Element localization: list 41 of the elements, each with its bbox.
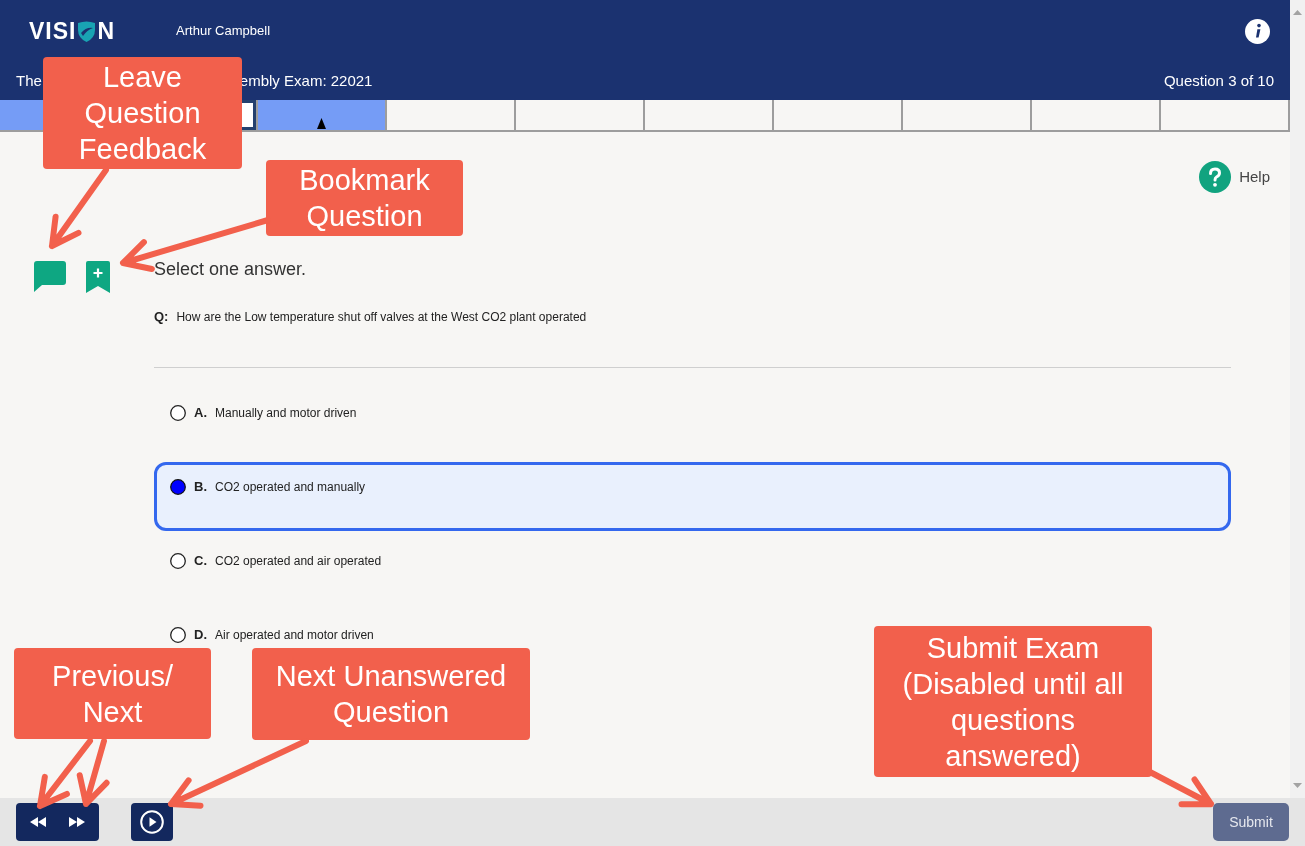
question-prefix: Q:: [154, 309, 169, 325]
answer-option[interactable]: B. CO2 operated and manually: [154, 462, 1231, 531]
option-letter: B.: [194, 479, 207, 495]
info-icon[interactable]: [1245, 18, 1270, 44]
comment-icon[interactable]: [34, 261, 66, 292]
radio-button-icon[interactable]: [170, 553, 186, 569]
annotation-tooltip: Previous/ Next: [14, 648, 211, 739]
bookmark-icon[interactable]: [86, 261, 110, 293]
scroll-down-arrow-icon[interactable]: [1293, 783, 1302, 788]
option-text: CO2 operated and air operated: [215, 553, 382, 569]
exam-title: The: [16, 70, 42, 91]
user-name: Arthur Campbell: [176, 22, 271, 41]
annotation-tooltip: Bookmark Question: [266, 160, 463, 236]
help-button[interactable]: Help: [1199, 161, 1270, 193]
option-text: Manually and motor driven: [215, 405, 357, 421]
next-unanswered-button[interactable]: [131, 803, 173, 841]
rewind-icon: [30, 817, 48, 827]
scroll-up-arrow-icon[interactable]: [1293, 10, 1302, 15]
fast-forward-icon: [67, 817, 85, 827]
help-icon: [1199, 161, 1232, 193]
annotation-tooltip: Submit Exam (Disabled until all questions answered): [874, 626, 1152, 777]
play-circle-icon: [140, 810, 164, 834]
answer-option[interactable]: C. CO2 operated and air operated: [170, 553, 382, 569]
answer-option[interactable]: D. Air operated and motor driven: [170, 627, 374, 643]
radio-button-icon[interactable]: [170, 479, 186, 495]
option-letter: C.: [194, 553, 207, 569]
logo: VISI N: [29, 19, 116, 43]
option-letter: A.: [194, 405, 207, 421]
annotation-tooltip: Leave Question Feedback: [43, 57, 242, 169]
radio-button-icon[interactable]: [170, 405, 186, 421]
shield-logo-icon: [77, 20, 97, 42]
question-text: How are the Low temperature shut off valves at the West CO2 plant operated: [176, 309, 587, 325]
question-counter: Question 3 of 10: [1163, 70, 1274, 91]
option-text: CO2 operated and manually: [215, 479, 366, 495]
instruction-text: Select one answer.: [154, 258, 307, 280]
annotation-tooltip: Next Unanswered Question: [252, 648, 530, 740]
answer-option[interactable]: A. Manually and motor driven: [170, 405, 357, 421]
option-text: Air operated and motor driven: [215, 627, 374, 643]
option-letter: D.: [194, 627, 207, 643]
radio-button-icon[interactable]: [170, 627, 186, 643]
scrollbar[interactable]: [1290, 0, 1305, 798]
